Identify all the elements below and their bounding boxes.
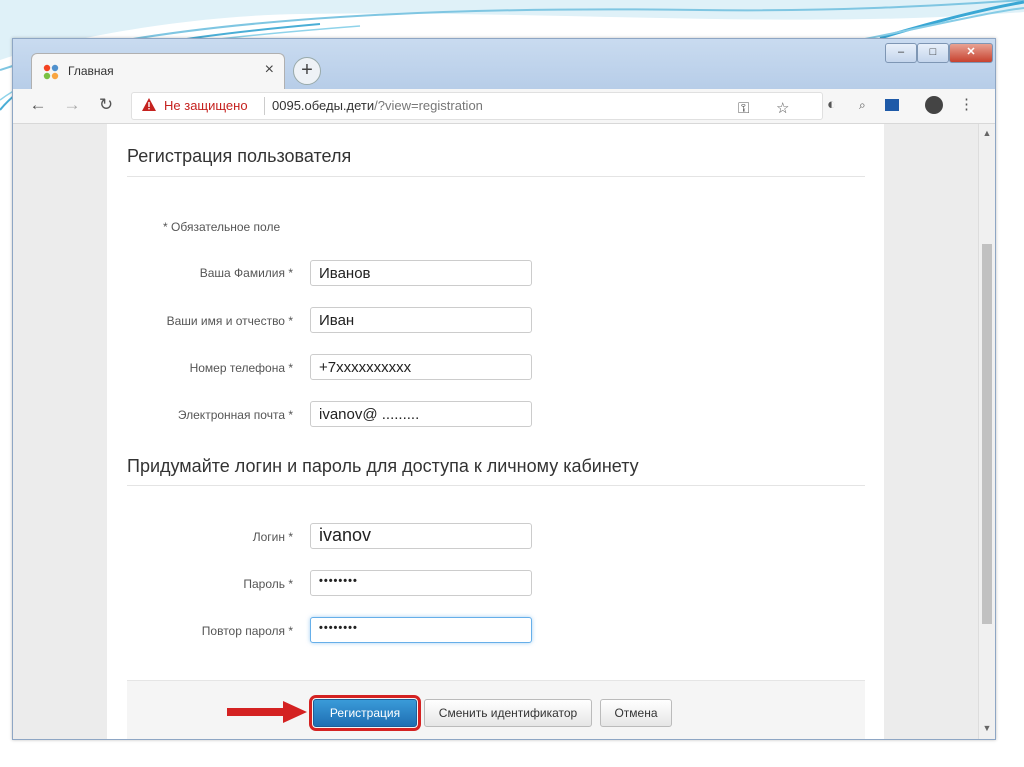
url-host: 0095.обеды.дети — [272, 98, 375, 113]
name-input[interactable]: Иван — [310, 307, 532, 333]
back-icon[interactable]: ← — [27, 94, 49, 116]
avatar-icon[interactable] — [925, 94, 943, 116]
password-repeat-label: Повтор пароля * — [201, 624, 293, 638]
forward-icon[interactable]: → — [61, 94, 83, 116]
name-label: Ваши имя и отчество * — [166, 314, 293, 328]
key-icon[interactable]: ⚿ — [738, 98, 749, 120]
page-title: Регистрация пользователя — [127, 146, 352, 166]
title-divider — [127, 176, 865, 177]
flag-extension-icon[interactable] — [885, 94, 899, 116]
security-status[interactable]: Не защищено — [164, 98, 248, 113]
extension-icon[interactable]: ◐ — [827, 94, 836, 116]
email-label: Электронная почта * — [177, 408, 293, 422]
change-id-button[interactable]: Сменить идентификатор — [424, 699, 592, 727]
browser-toolbar: ← → ↻ Не защищено 0095.обеды.дети/?view=… — [13, 89, 995, 124]
browser-tab[interactable]: Главная × — [31, 53, 285, 90]
title-bar: Главная × + – □ ✕ — [13, 39, 995, 90]
new-tab-button[interactable]: + — [293, 57, 321, 85]
url-path: /?view=registration — [374, 98, 483, 113]
form-actions: Регистрация Сменить идентификатор Отмена — [127, 680, 865, 739]
password-repeat-input[interactable]: •••••••• — [310, 617, 532, 643]
surname-label: Ваша Фамилия * — [199, 266, 293, 280]
browser-window: Главная × + – □ ✕ ← → ↻ Не защищено 0095… — [12, 38, 996, 740]
warning-icon — [142, 98, 156, 111]
tab-close-icon[interactable]: × — [265, 61, 274, 79]
register-button[interactable]: Регистрация — [309, 695, 421, 731]
maximize-button[interactable]: □ — [917, 43, 949, 63]
reload-icon[interactable]: ↻ — [95, 94, 117, 116]
omnibox-separator — [264, 97, 265, 115]
close-window-button[interactable]: ✕ — [949, 43, 993, 63]
address-bar[interactable]: Не защищено 0095.обеды.дети/?view=regist… — [131, 92, 823, 120]
url-text[interactable]: 0095.обеды.дети/?view=registration — [272, 98, 483, 113]
vertical-scrollbar[interactable]: ▲ ▼ — [978, 124, 995, 739]
registration-page: Регистрация пользователя * Обязательное … — [107, 124, 884, 739]
search-extension-icon[interactable]: ⌕ — [859, 94, 866, 116]
email-input[interactable]: ivanov@ ......... — [310, 401, 532, 427]
login-label: Логин * — [252, 530, 293, 544]
password-input[interactable]: •••••••• — [310, 570, 532, 596]
scrollbar-thumb[interactable] — [982, 244, 992, 624]
surname-input[interactable]: Иванов — [310, 260, 532, 286]
login-section-divider — [127, 485, 865, 486]
menu-icon[interactable]: ⋮ — [959, 94, 974, 116]
password-label: Пароль * — [243, 577, 293, 591]
page-viewport: Регистрация пользователя * Обязательное … — [13, 124, 995, 739]
joomla-favicon-icon — [43, 64, 59, 80]
tab-title: Главная — [68, 64, 114, 78]
phone-input[interactable]: +7xxxxxxxxxx — [310, 354, 532, 380]
phone-label: Номер телефона * — [189, 361, 293, 375]
minimize-button[interactable]: – — [885, 43, 917, 63]
cancel-button[interactable]: Отмена — [600, 699, 672, 727]
required-note: * Обязательное поле — [163, 220, 281, 234]
scroll-up-icon[interactable]: ▲ — [981, 128, 993, 138]
login-section-title: Придумайте логин и пароль для доступа к … — [127, 456, 639, 476]
login-input[interactable]: ivanov — [310, 523, 532, 549]
red-arrow-icon — [227, 701, 307, 723]
scroll-down-icon[interactable]: ▼ — [981, 723, 993, 733]
star-icon[interactable]: ☆ — [776, 98, 789, 120]
